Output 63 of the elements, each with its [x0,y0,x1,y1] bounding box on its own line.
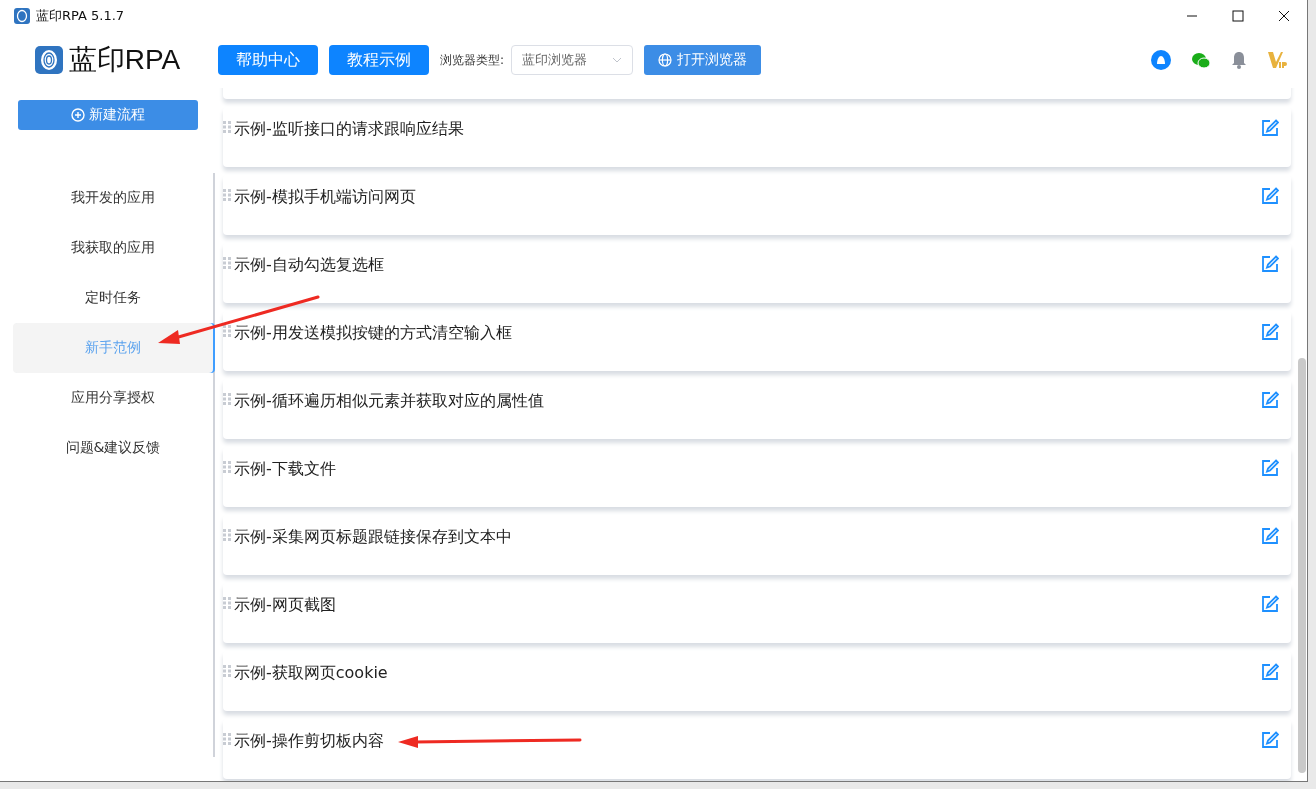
nav-item[interactable]: 我开发的应用 [13,173,213,223]
example-card[interactable]: 示例-网页截图 [223,583,1291,643]
browser-type-label: 浏览器类型: [440,51,505,69]
drag-handle-icon[interactable] [223,325,231,337]
example-title: 示例-采集网页标题跟链接保存到文本中 [234,527,512,548]
edit-icon[interactable] [1261,731,1279,749]
drag-handle-icon[interactable] [223,597,231,609]
header-button[interactable]: 帮助中心 [218,45,318,75]
example-title: 示例-监听接口的请求跟响应结果 [234,119,464,140]
globe-icon [658,53,673,67]
drag-handle-icon[interactable] [223,257,231,269]
example-title: 示例-下载文件 [234,459,336,480]
plus-circle-icon [70,108,85,122]
example-title: 示例-循环遍历相似元素并获取对应的属性值 [234,391,544,412]
vip-badge-icon[interactable] [1267,51,1287,69]
example-card[interactable]: 示例-用发送模拟按键的方式清空输入框 [223,311,1291,371]
example-card[interactable]: 示例-获取网页cookie [223,651,1291,711]
drag-handle-icon[interactable] [223,665,231,677]
example-card[interactable]: 示例-操作剪切板内容 [223,719,1291,779]
header-button[interactable]: 教程示例 [329,45,429,75]
drag-handle-icon[interactable] [223,121,231,133]
example-title: 示例-获取网页cookie [234,663,388,684]
example-title: 示例-用发送模拟按键的方式清空输入框 [234,323,512,344]
edit-icon[interactable] [1261,119,1279,137]
edit-icon[interactable] [1261,595,1279,613]
nav-item[interactable]: 问题&建议反馈 [13,423,213,473]
chevron-down-icon [612,57,623,63]
fingerprint-logo-icon [34,46,63,74]
wechat-icon[interactable] [1191,51,1211,69]
app-logo-icon [14,7,30,24]
example-card[interactable]: 示例-下载文件 [223,447,1291,507]
maximize-icon [1232,9,1244,22]
example-title: 示例-自动勾选复选框 [234,255,384,276]
drag-handle-icon[interactable] [223,529,231,541]
drag-handle-icon[interactable] [223,461,231,473]
edit-icon[interactable] [1261,527,1279,545]
drag-handle-icon[interactable] [223,189,231,201]
logo-text: 蓝印RPA [68,43,181,77]
example-card[interactable]: 示例-循环遍历相似元素并获取对应的属性值 [223,379,1291,439]
nav-item[interactable]: 应用分享授权 [13,373,213,423]
scrollbar-thumb[interactable] [1298,358,1306,773]
edit-icon[interactable] [1261,663,1279,681]
bell-icon[interactable] [1231,51,1247,69]
chat-bubble-icon[interactable] [1151,50,1171,70]
example-card[interactable]: 示例-模拟手机端访问网页 [223,175,1291,235]
nav-item[interactable]: 定时任务 [13,273,213,323]
edit-icon[interactable] [1261,323,1279,341]
drag-handle-icon[interactable] [223,733,231,745]
example-title: 示例-网页截图 [234,595,336,616]
close-icon [1278,9,1290,22]
example-title: 示例-模拟手机端访问网页 [234,187,416,208]
example-card[interactable]: 示例-自动勾选复选框 [223,243,1291,303]
browser-select[interactable]: 蓝印浏览器 [511,45,634,75]
drag-handle-icon[interactable] [223,393,231,405]
example-card[interactable]: 示例-监听接口的请求跟响应结果 [223,107,1291,167]
window-title: 蓝印RPA 5.1.7 [36,6,125,25]
nav-item[interactable]: 我获取的应用 [13,223,213,273]
edit-icon[interactable] [1261,255,1279,273]
edit-icon[interactable] [1261,459,1279,477]
edit-icon[interactable] [1261,391,1279,409]
edit-icon[interactable] [1261,187,1279,205]
example-title: 示例-操作剪切板内容 [234,731,384,752]
example-card[interactable]: 示例-采集网页标题跟链接保存到文本中 [223,515,1291,575]
